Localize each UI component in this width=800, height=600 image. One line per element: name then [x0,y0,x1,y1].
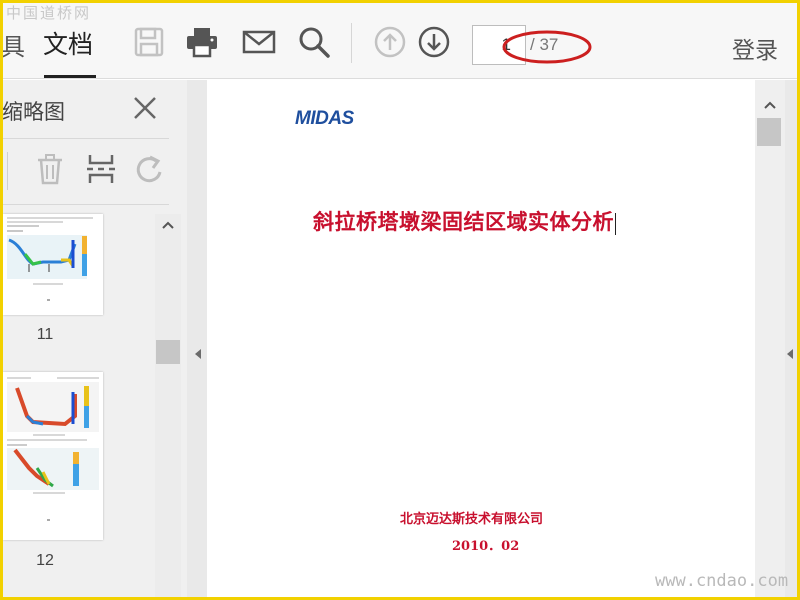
thumbnail-page-number: 12 [36,552,54,569]
toolbar-separator [351,23,352,63]
save-icon[interactable] [132,25,166,59]
midas-logo: MIDAS [295,108,354,129]
expand-panel-icon[interactable] [785,348,795,360]
thumbnail-page-12[interactable] [3,372,103,540]
chevron-up-icon[interactable] [763,100,777,110]
split-icon[interactable] [84,152,118,186]
sidebar-scrollbar[interactable] [155,214,181,597]
document-page: MIDAS 斜拉桥塔墩梁固结区域实体分析 北京迈达斯技术有限公司 2010．02 [207,80,755,597]
thumbnail-list: 11 12 [3,206,155,597]
document-viewer: MIDAS 斜拉桥塔墩梁固结区域实体分析 北京迈达斯技术有限公司 2010．02 [187,80,797,597]
document-date: 2010．02 [452,539,520,554]
thumbnail-preview [7,377,99,521]
document-title: 斜拉桥塔墩梁固结区域实体分析 [313,206,616,236]
sidebar-divider [3,138,169,139]
collapse-sidebar-icon[interactable] [193,348,203,360]
document-scroll-thumb[interactable] [757,118,781,146]
rotate-icon[interactable] [134,152,168,186]
page-total: / 37 [530,35,559,54]
text-cursor [615,212,616,235]
tab-tools[interactable]: 具 [1,27,25,62]
sidebar-divider [3,204,169,205]
sidebar-tool-separator [7,152,8,190]
chevron-up-icon[interactable] [161,220,175,230]
thumbnail-page-11[interactable] [3,214,103,315]
thumbnail-sidebar: 缩略图 11 12 [2,80,187,597]
page-number-input[interactable] [472,25,526,65]
document-company: 北京迈达斯技术有限公司 [400,512,544,527]
close-icon[interactable] [131,94,159,122]
login-button[interactable]: 登录 [732,31,778,65]
watermark-top: 中国道桥网 [6,4,92,22]
thumbnail-page-number: 11 [36,326,54,343]
tab-document[interactable]: 文档 [43,25,93,61]
document-scrollbar[interactable] [755,80,785,597]
print-icon[interactable] [185,25,219,59]
trash-icon[interactable] [33,152,67,186]
watermark-bottom: www.cndao.com [655,571,789,591]
search-icon[interactable] [297,25,331,59]
document-title-text: 斜拉桥塔墩梁固结区域实体分析 [313,209,614,234]
active-tab-indicator [44,75,96,78]
mail-icon[interactable] [242,25,276,59]
arrow-up-icon[interactable] [373,25,407,59]
sidebar-title: 缩略图 [2,100,65,124]
sidebar-scroll-thumb[interactable] [156,340,180,364]
thumbnail-preview [7,217,93,301]
arrow-down-icon[interactable] [417,25,451,59]
toolbar: 具 文档 / 37 登录 [1,3,797,79]
